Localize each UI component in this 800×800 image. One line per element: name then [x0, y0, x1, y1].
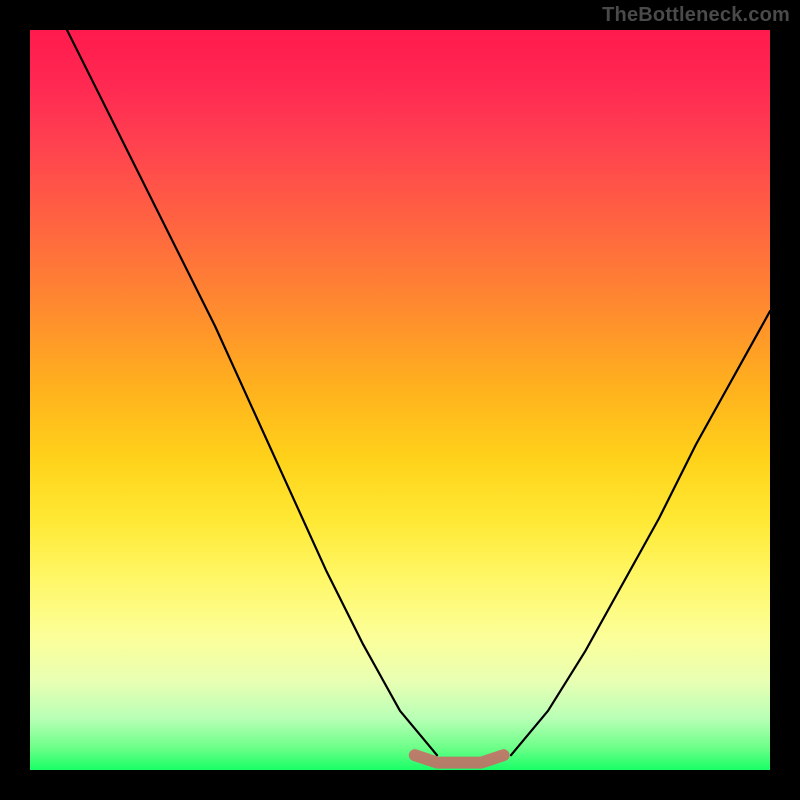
plot-svg [30, 30, 770, 770]
optimal-zone-marker [415, 755, 504, 762]
bottleneck-curve-right [511, 311, 770, 755]
chart-frame: TheBottleneck.com [0, 0, 800, 800]
watermark-text: TheBottleneck.com [602, 4, 790, 27]
bottleneck-curve-left [67, 30, 437, 755]
plot-area [30, 30, 770, 770]
